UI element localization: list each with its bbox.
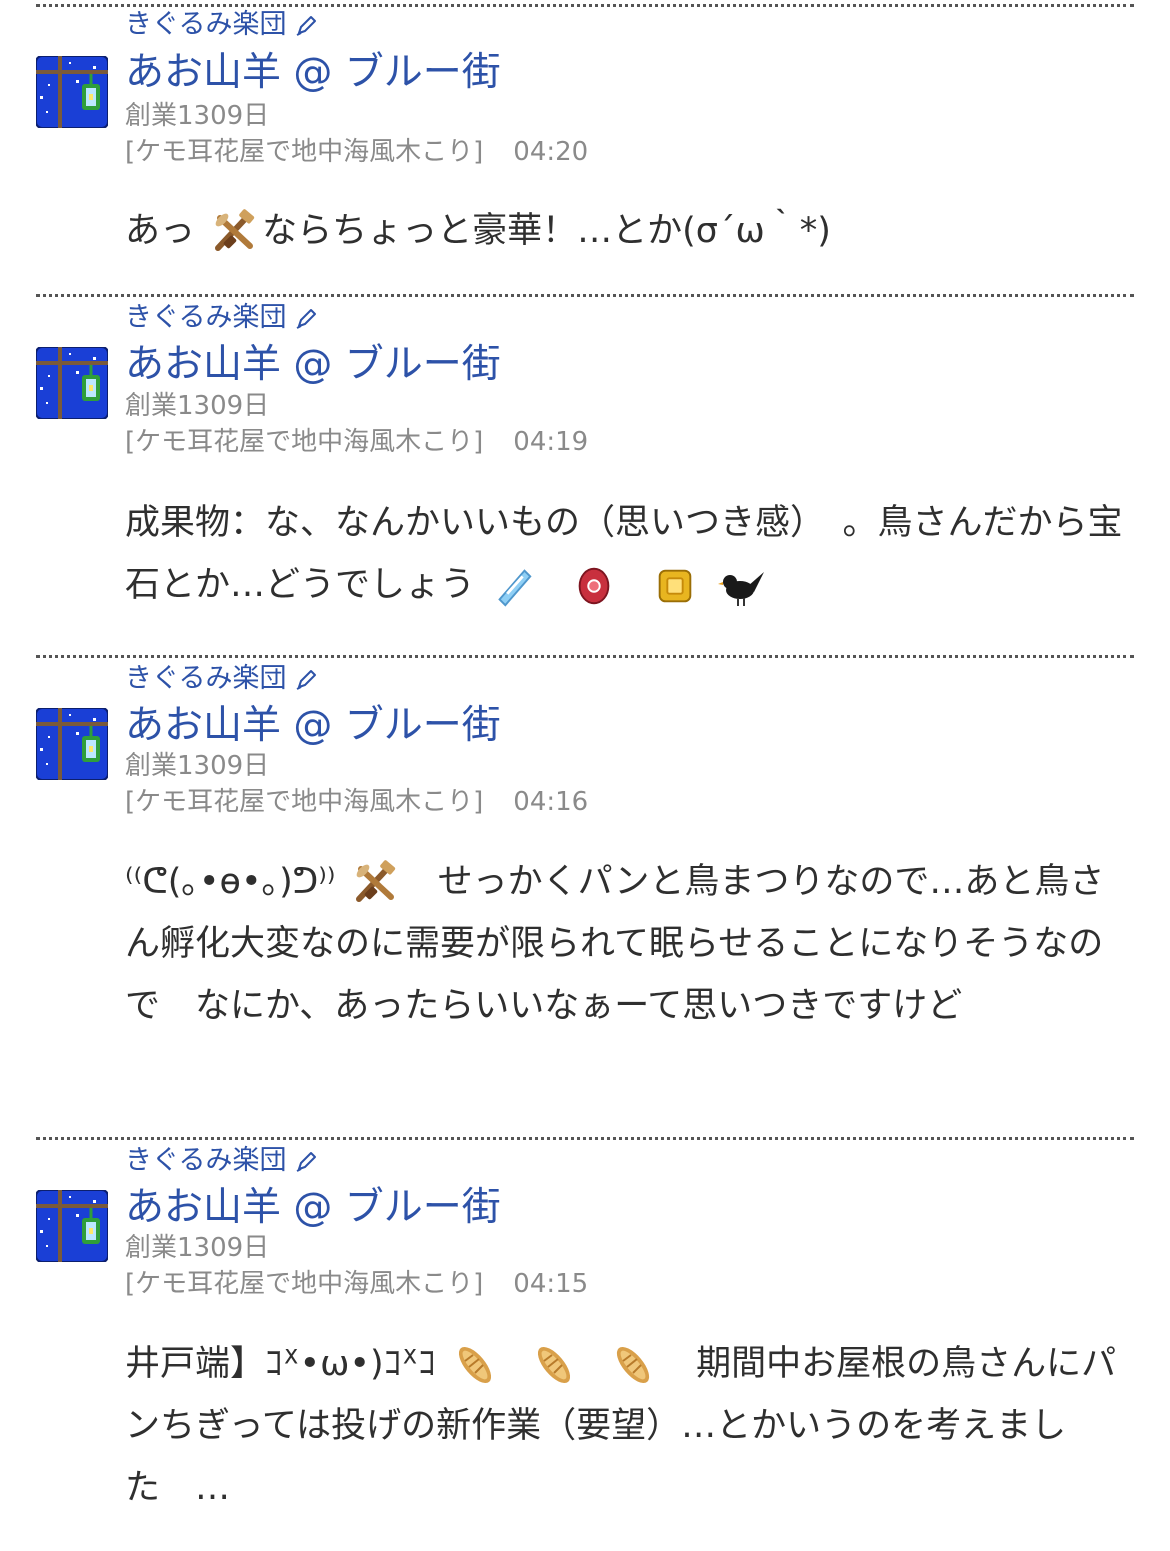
message-text: 井戸端】ｺᕽ•ω•)ｺᕽｺ: [125, 1344, 436, 1384]
user-name[interactable]: あお山羊 @ ブルー街: [125, 342, 501, 388]
bread-icon: [609, 1341, 657, 1389]
crossed-tools-icon: [210, 208, 258, 256]
post-meta: [ケモ耳花屋で地中海風木こり] 04:20: [125, 136, 588, 168]
bread-icon: [530, 1341, 578, 1389]
team-name[interactable]: きぐるみ楽団: [125, 302, 318, 334]
team-name[interactable]: きぐるみ楽団: [125, 1145, 318, 1177]
message-body: 井戸端】ｺᕽ•ω•)ｺᕽｺ 期間中お屋根の鳥さんにパンちぎっては投げの新作業（要…: [125, 1333, 1135, 1519]
message-body: あっ ならちょっと豪華！…とか(σ´ω｀*): [125, 200, 1135, 262]
location: [ケモ耳花屋で地中海風木こり]: [125, 1269, 484, 1299]
diamond-icon: [490, 563, 536, 609]
user-name[interactable]: あお山羊 @ ブルー街: [125, 50, 501, 96]
avatar[interactable]: [36, 347, 108, 419]
team-name[interactable]: きぐるみ楽団: [125, 9, 318, 41]
avatar[interactable]: [36, 1190, 108, 1262]
timestamp: 04:20: [513, 137, 589, 167]
timestamp: 04:15: [513, 1269, 589, 1299]
pen-icon: [294, 14, 318, 38]
location: [ケモ耳花屋で地中海風木こり]: [125, 427, 484, 457]
avatar[interactable]: [36, 708, 108, 780]
team-name-text: きぐるみ楽団: [125, 9, 287, 40]
pen-icon: [294, 668, 318, 692]
days-since-founding: 創業1309日: [125, 751, 270, 781]
ruby-icon: [571, 563, 617, 609]
avatar[interactable]: [36, 56, 108, 128]
bread-icon: [451, 1341, 499, 1389]
days-since-founding: 創業1309日: [125, 391, 270, 421]
team-name-text: きぐるみ楽団: [125, 302, 287, 333]
team-name-text: きぐるみ楽団: [125, 663, 287, 694]
timestamp: 04:19: [513, 427, 589, 457]
post-meta: [ケモ耳花屋で地中海風木こり] 04:19: [125, 426, 588, 458]
days-since-founding: 創業1309日: [125, 1233, 270, 1263]
timestamp: 04:16: [513, 787, 589, 817]
post-meta: [ケモ耳花屋で地中海風木こり] 04:15: [125, 1268, 588, 1300]
black-bird-icon: [718, 562, 766, 610]
user-name[interactable]: あお山羊 @ ブルー街: [125, 1185, 501, 1231]
days-since-founding: 創業1309日: [125, 101, 270, 131]
message-body: ⁽⁽ᕦ(｡•ɵ•｡)ᕤ⁾⁾ せっかくパンと鳥まつりなので…あと鳥さん孵化大変なの…: [125, 851, 1135, 1037]
message-text: ならちょっと豪華！…とか(σ´ω｀*): [262, 211, 831, 251]
pen-icon: [294, 307, 318, 331]
message-body: 成果物：な、なんかいいもの（思いつき感） 。鳥さんだから宝石とか…どうでしょう: [125, 492, 1135, 616]
post-divider: [36, 655, 1134, 658]
user-name[interactable]: あお山羊 @ ブルー街: [125, 703, 501, 749]
topaz-icon: [652, 563, 698, 609]
team-name-text: きぐるみ楽団: [125, 1145, 287, 1176]
message-text: あっ: [125, 211, 196, 251]
post-divider: [36, 294, 1134, 297]
post-meta: [ケモ耳花屋で地中海風木こり] 04:16: [125, 786, 588, 818]
post-divider: [36, 1137, 1134, 1140]
crossed-tools-icon: [351, 859, 399, 907]
location: [ケモ耳花屋で地中海風木こり]: [125, 787, 484, 817]
pen-icon: [294, 1150, 318, 1174]
post-divider: [36, 4, 1134, 7]
message-text: ⁽⁽ᕦ(｡•ɵ•｡)ᕤ⁾⁾: [125, 862, 336, 902]
message-text: 成果物：な、なんかいいもの（思いつき感） 。鳥さんだから宝石とか…どうでしょう: [125, 503, 1123, 605]
location: [ケモ耳花屋で地中海風木こり]: [125, 137, 484, 167]
team-name[interactable]: きぐるみ楽団: [125, 663, 318, 695]
